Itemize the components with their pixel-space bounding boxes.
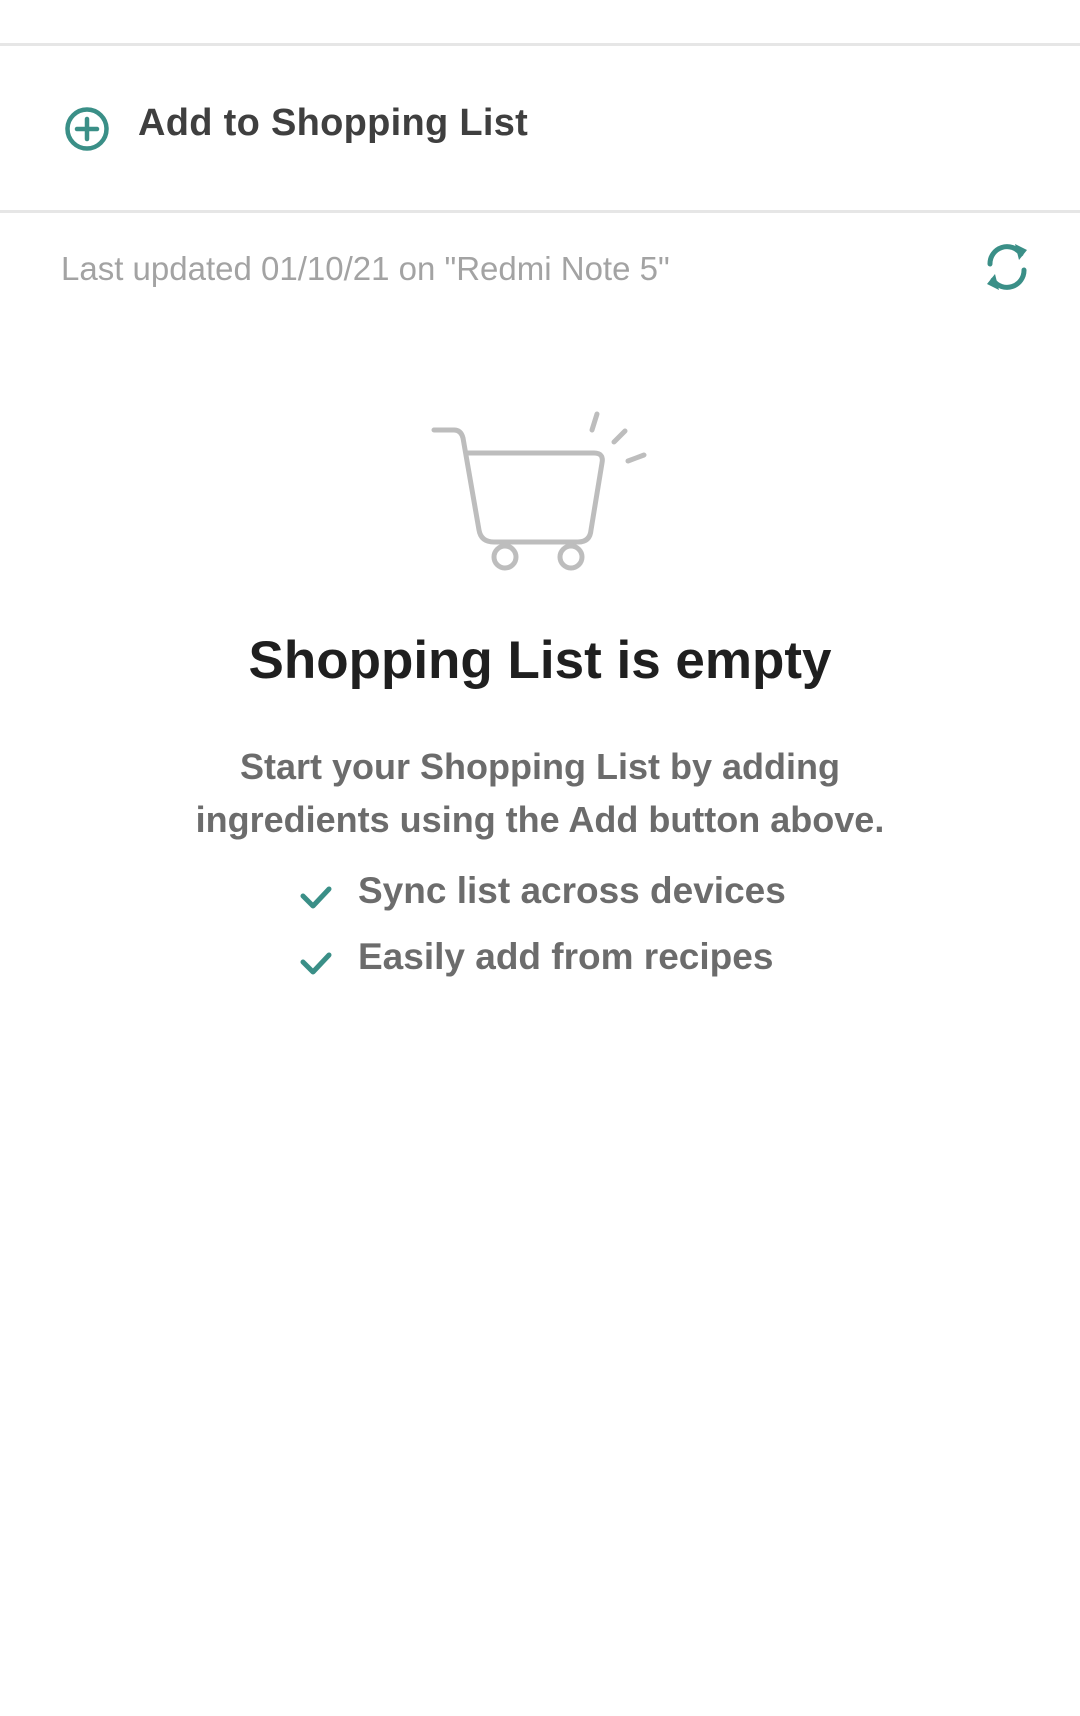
- add-to-shopping-list-label: Add to Shopping List: [138, 102, 529, 144]
- feature-item: Sync list across devices: [298, 870, 858, 936]
- feature-list: Sync list across devices Easily add from…: [298, 870, 858, 1002]
- shopping-cart-icon: [431, 411, 647, 571]
- refresh-icon[interactable]: [981, 240, 1033, 294]
- check-icon: [300, 952, 332, 975]
- feature-item: Easily add from recipes: [298, 936, 858, 1002]
- header-divider: [0, 210, 1080, 213]
- last-updated-text: Last updated 01/10/21 on "Redmi Note 5": [61, 250, 670, 287]
- check-icon: [300, 886, 332, 909]
- empty-state-description: Start your Shopping List by adding ingre…: [120, 740, 960, 846]
- feature-label: Sync list across devices: [358, 870, 786, 911]
- empty-state-title: Shopping List is empty: [248, 631, 832, 690]
- plus-circle-icon: [65, 107, 109, 151]
- add-to-shopping-list-button[interactable]: Add to Shopping List: [0, 46, 1080, 211]
- empty-state-description-line-2: ingredients using the Add button above.: [195, 799, 885, 840]
- feature-label: Easily add from recipes: [358, 936, 774, 977]
- empty-state-description-line-1: Start your Shopping List by adding: [240, 746, 840, 787]
